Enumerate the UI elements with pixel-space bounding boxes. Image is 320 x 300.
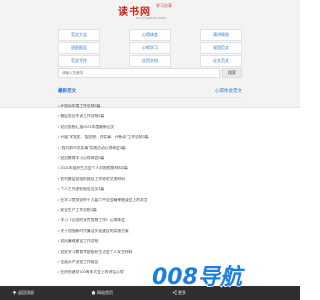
list-item[interactable]: •开展“学党史、悟思想、办实事、开新局”工作总结3篇 [58,135,242,140]
share-button[interactable]: 更多 [172,290,186,296]
home-icon [91,290,96,295]
list-item[interactable]: •党史学习教育专题组织生活会个人发言材料 [58,250,242,255]
list-item-text: 学习《论党的宣传思想工作》心得体会 [60,218,125,223]
nav-item-1[interactable]: 心得体会 [129,29,171,41]
list-item-text: 在学习贯彻党的十九届六中全会精神座谈会上的发言 [60,197,148,202]
list-item[interactable]: •基层党员冬训工作总结5篇 [58,114,242,119]
list-item-text: 农村基层党组织建设工作经验交流材料 [60,176,125,181]
nav-item-0[interactable]: 范文大全 [58,29,100,41]
list-item[interactable]: •“我为群众办实事”实践活动心得体会3篇 [58,146,242,151]
nav-item-3[interactable]: 述职报告 [58,42,100,54]
watermark-logo: 008导航 [151,263,246,290]
home-label: 网站首页 [97,290,113,295]
list-item[interactable]: •农村基层党组织建设工作经验交流材料 [58,177,242,182]
list-title: 最新范文 [58,88,76,93]
list-item-text: 开展“学党史、悟思想、办实事、开新局”工作总结3篇 [60,135,149,140]
list-item-text: 关于加强新时代廉洁文化建设的实施方案 [60,228,129,233]
list-item[interactable]: •学习《论党的宣传思想工作》心得体会 [58,218,242,223]
nav-item-4[interactable]: 心得学习 [129,42,171,54]
list-item-text: 个人工作述职报告范文3篇 [60,187,105,192]
list-item-text: 党员教育学习心得体会5篇 [60,156,105,160]
list-item[interactable]: •在学习贯彻党的十九届六中全会精神座谈会上的发言 [58,198,242,203]
list-item-text: 党员思想汇报2021年度最新范文 [60,124,115,129]
list-item-text: “我为群众办实事”实践活动心得体会3篇 [60,145,126,150]
list-item[interactable]: •个人工作述职报告范文3篇 [58,187,242,192]
list-item-text: 2021年组织生活会个人对照检查材料3篇 [60,166,128,171]
nav-item-8[interactable]: 论文范文 [200,55,242,67]
list-item-text: 安全生产工作总结3篇 [60,208,97,212]
search-input[interactable] [58,68,220,78]
search-button[interactable]: 搜索 [222,68,242,78]
logo-subtitle: 学习分享 [156,3,172,8]
list-item[interactable]: •2021年组织生活会个人对照检查材料3篇 [58,166,242,171]
list-item-text: 党史学习教育专题组织生活会个人发言材料 [60,249,133,254]
list-item-text: 党风廉政建设工作总结 [60,239,99,244]
list-more-link[interactable]: 心得体会范文 [215,88,242,94]
search-bar: 搜索 [58,68,242,78]
list-item-text: 环保局年度工作总结5篇 [60,104,101,108]
article-list: 最新范文 心得体会范文 •环保局年度工作总结5篇 •基层党员冬训工作总结5篇 •党员… [58,86,242,274]
list-item[interactable]: •环保局年度工作总结5篇 [58,104,242,109]
list-item[interactable]: •关于加强新时代廉洁文化建设的实施方案 [58,229,242,234]
back-to-top-button[interactable]: 返回顶部 [12,290,34,296]
share-icon [172,290,177,295]
list-item-text: 在庆祝建党100周年大会上的讲话心得 [60,270,124,275]
list-header: 最新范文 心得体会范文 [58,86,242,98]
arrow-up-icon [12,290,17,295]
nav-item-2[interactable]: 演讲致辞 [200,29,242,41]
nav-item-7[interactable]: 应用文档 [129,55,171,67]
nav-item-5[interactable]: 党团范文 [200,42,242,54]
list-item[interactable]: •党员教育学习心得体会5篇 [58,156,242,161]
list-item[interactable]: •安全生产工作总结3篇 [58,208,242,213]
list-item[interactable]: •党风廉政建设工作总结 [58,239,242,244]
site-url: m.47xueren.com [136,15,166,20]
nav-item-6[interactable]: 范文写作 [58,55,100,67]
list-item-text: 基层党员冬训工作总结5篇 [60,114,105,119]
watermark-text: 008导航 [152,264,246,290]
home-button[interactable]: 网站首页 [91,290,113,296]
share-label: 更多 [178,290,186,295]
list-item[interactable]: •党员思想汇报2021年度最新范文 [58,125,242,130]
back-label: 返回顶部 [18,290,34,295]
list-item-text: 全面从严治党工作报告 [60,260,99,264]
